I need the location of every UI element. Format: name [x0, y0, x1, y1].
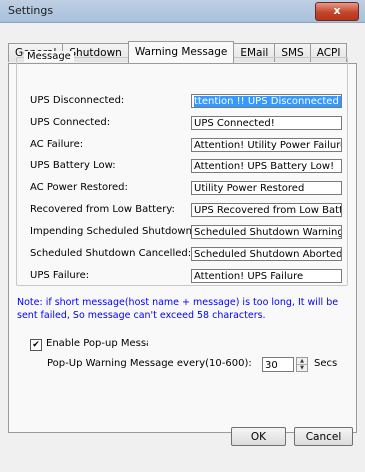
ac-failure-label: AC Failure: — [30, 139, 84, 150]
shutdown-cancelled-label: Scheduled Shutdown Cancelled: — [30, 248, 192, 259]
ups-battery-low-value: Attention! UPS Battery Low! — [194, 161, 335, 172]
length-note: Note: if short message(host name + messa… — [17, 297, 339, 321]
impending-shutdown-value: Scheduled Shutdown Warning — [194, 227, 342, 238]
interval-units: Secs — [314, 358, 338, 369]
ups-disconnected-label: UPS Disconnected: — [30, 95, 125, 106]
shutdown-cancelled-value: Scheduled Shutdown Aborted — [194, 249, 342, 260]
spin-down-icon[interactable]: ▼ — [297, 364, 307, 371]
ups-connected-value: UPS Connected! — [194, 118, 275, 129]
ups-connected-field[interactable]: UPS Connected! — [191, 116, 342, 130]
popup-interval-label: Pop-Up Warning Message every(10-600): — [47, 358, 252, 369]
recovered-low-battery-value: UPS Recovered from Low Batt — [194, 205, 342, 216]
ups-failure-field[interactable]: Attention! UPS Failure — [191, 269, 342, 283]
ups-battery-low-label: UPS Battery Low: — [30, 160, 116, 171]
enable-popup-label: Enable Pop-up Messag — [46, 338, 148, 349]
checkmark-icon: ✔ — [32, 340, 40, 350]
ac-failure-field[interactable]: Attention! Utility Power Failure! — [191, 138, 342, 152]
enable-popup-checkbox[interactable]: ✔ — [30, 339, 42, 351]
close-icon: x — [333, 4, 341, 17]
close-button[interactable]: x — [315, 2, 359, 21]
recovered-low-battery-label: Recovered from Low Battery: — [30, 204, 175, 215]
ups-disconnected-value: ttention !! UPS Disconnected ! — [194, 96, 341, 107]
ups-failure-label: UPS Failure: — [30, 270, 90, 281]
ups-failure-value: Attention! UPS Failure — [194, 271, 304, 282]
ups-connected-label: UPS Connected: — [30, 117, 111, 128]
impending-shutdown-label: Impending Scheduled Shutdown: — [30, 226, 196, 237]
popup-interval-input[interactable]: 30 — [262, 357, 294, 372]
message-group-legend: Message — [24, 51, 74, 62]
shutdown-cancelled-field[interactable]: Scheduled Shutdown Aborted — [191, 247, 342, 261]
ups-battery-low-field[interactable]: Attention! UPS Battery Low! — [191, 159, 342, 173]
window-title: Settings — [8, 4, 54, 17]
ac-power-restored-field[interactable]: Utility Power Restored — [191, 181, 342, 195]
recovered-low-battery-field[interactable]: UPS Recovered from Low Batt — [191, 203, 342, 217]
ups-disconnected-field[interactable]: ttention !! UPS Disconnected ! — [191, 94, 342, 108]
title-bar: Settings x — [0, 0, 365, 23]
interval-spinner[interactable]: ▲ ▼ — [296, 357, 308, 372]
impending-shutdown-field[interactable]: Scheduled Shutdown Warning — [191, 225, 342, 239]
ac-power-restored-value: Utility Power Restored — [194, 183, 305, 194]
tab-warning-message[interactable]: Warning Message — [127, 41, 235, 63]
ok-button[interactable]: OK — [231, 427, 286, 446]
ac-power-restored-label: AC Power Restored: — [30, 182, 128, 193]
ac-failure-value: Attention! Utility Power Failure! — [194, 140, 342, 151]
cancel-button[interactable]: Cancel — [294, 427, 353, 446]
